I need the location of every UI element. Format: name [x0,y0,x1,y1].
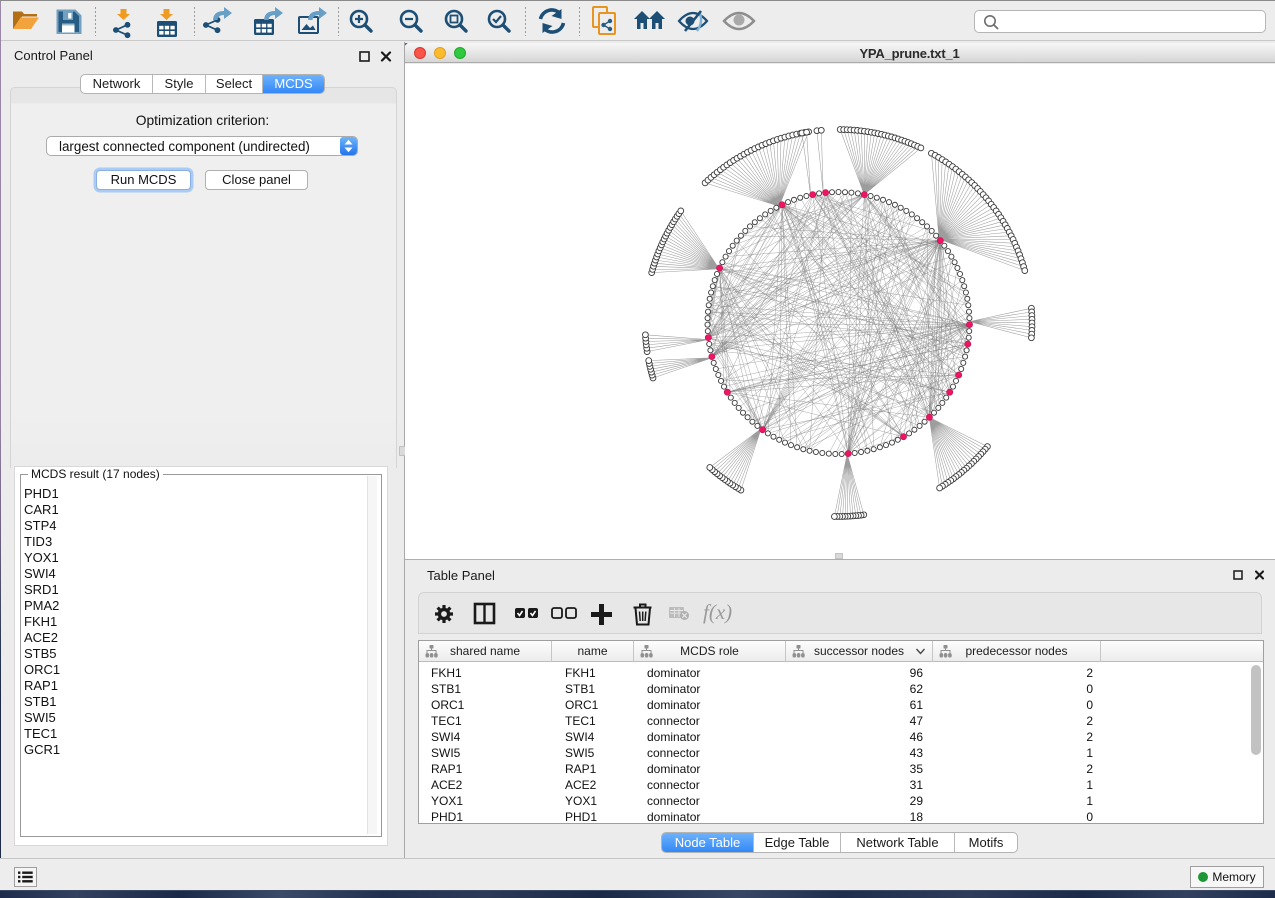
svg-text:f(x): f(x) [703,600,732,624]
